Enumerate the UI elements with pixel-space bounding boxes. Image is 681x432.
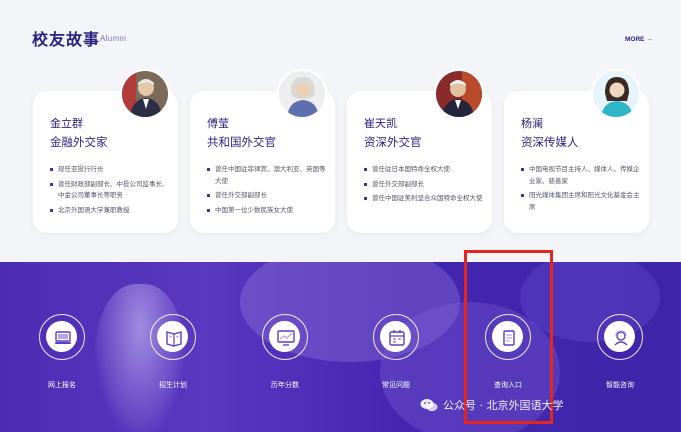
alumni-role: 共和国外交官 xyxy=(207,135,276,149)
list-item: 曾任财政部副部长、中投公司监事长、中金公司董事长等职务 xyxy=(50,179,173,202)
alumni-points: 曾任中国驻菲律宾、澳大利亚、英国等大使 曾任外交部副部长 中国第一位少数民族女大… xyxy=(207,164,330,219)
wechat-icon xyxy=(420,399,438,412)
avatar xyxy=(277,69,327,119)
more-link[interactable]: MORE → xyxy=(625,36,653,43)
alumni-role: 资深外交官 xyxy=(364,135,422,149)
nav-label: 智能咨询 xyxy=(606,381,634,389)
nav-historical-scores[interactable]: 历年分数 xyxy=(240,314,330,404)
list-item: 曾任驻日本国特命全权大使 xyxy=(364,164,487,176)
list-item: 曾任外交部副部长 xyxy=(364,179,487,191)
agent-icon xyxy=(614,330,628,346)
list-item: 北京外国语大学兼职教授 xyxy=(50,205,173,217)
nav-online-registration[interactable]: 网上报名 xyxy=(17,314,107,404)
nav-label: 常见问题 xyxy=(382,381,410,389)
list-item: 中国第一位少数民族女大使 xyxy=(207,205,330,217)
alumni-name: 傅莹 xyxy=(207,117,229,130)
admission-nav-banner: 网上报名 招生计划 历年分数 常见问题 查询入口 智能咨询 xyxy=(0,262,681,432)
alumni-card[interactable]: 崔天凯 资深外交官 曾任驻日本国特命全权大使 曾任外交部副部长 曾任中国驻美利坚… xyxy=(347,69,492,233)
avatar xyxy=(434,69,484,119)
alumni-points: 曾任驻日本国特命全权大使 曾任外交部副部长 曾任中国驻美利坚合众国特命全权大使 xyxy=(364,164,487,208)
list-item: 曾任外交部副部长 xyxy=(207,190,330,202)
section-subtitle: Alumni xyxy=(100,34,127,43)
list-item: 曾任中国驻美利坚合众国特命全权大使 xyxy=(364,193,487,205)
avatar xyxy=(120,69,170,119)
alumni-role: 资深传媒人 xyxy=(521,135,579,149)
alumni-name: 杨澜 xyxy=(521,117,543,130)
alumni-points: 现任亚投行行长 曾任财政部副部长、中投公司监事长、中金公司董事长等职务 北京外国… xyxy=(50,164,173,219)
section-title: 校友故事 xyxy=(32,30,101,49)
nav-label: 历年分数 xyxy=(271,381,299,389)
alumni-role: 金融外交家 xyxy=(50,135,108,149)
nav-admission-plan[interactable]: 招生计划 xyxy=(128,314,218,404)
list-item: 阳光媒体集团主席和阳光文化基金会主席 xyxy=(521,190,644,213)
alumni-name: 崔天凯 xyxy=(364,117,397,130)
monitor-chart-icon xyxy=(277,330,295,346)
computer-icon xyxy=(55,331,71,344)
alumni-name: 金立群 xyxy=(50,117,83,130)
list-item: 曾任中国驻菲律宾、澳大利亚、英国等大使 xyxy=(207,164,330,187)
book-icon xyxy=(166,331,182,347)
alumni-card[interactable]: 金立群 金融外交家 现任亚投行行长 曾任财政部副部长、中投公司监事长、中金公司董… xyxy=(33,69,178,233)
calendar-icon xyxy=(389,330,405,346)
alumni-section: 校友故事 Alumni MORE → 金立群 金融外交家 现任亚投行行长 曾任财… xyxy=(0,0,681,262)
nav-smart-consult[interactable]: 智能咨询 xyxy=(575,314,665,404)
list-item: 现任亚投行行长 xyxy=(50,164,173,176)
nav-label: 网上报名 xyxy=(48,381,76,389)
nav-faq[interactable]: 常见问题 xyxy=(351,314,441,404)
avatar xyxy=(591,69,641,119)
alumni-card[interactable]: 傅莹 共和国外交官 曾任中国驻菲律宾、澳大利亚、英国等大使 曾任外交部副部长 中… xyxy=(190,69,335,233)
alumni-points: 中国电视节目主持人、媒体人、传媒企业家、慈善家 阳光媒体集团主席和阳光文化基金会… xyxy=(521,164,644,216)
alumni-card[interactable]: 杨澜 资深传媒人 中国电视节目主持人、媒体人、传媒企业家、慈善家 阳光媒体集团主… xyxy=(504,69,649,233)
list-item: 中国电视节目主持人、媒体人、传媒企业家、慈善家 xyxy=(521,164,644,187)
watermark-text: 公众号 · 北京外国语大学 xyxy=(443,399,564,412)
watermark: 公众号 · 北京外国语大学 xyxy=(420,395,564,415)
nav-label: 招生计划 xyxy=(159,381,187,389)
